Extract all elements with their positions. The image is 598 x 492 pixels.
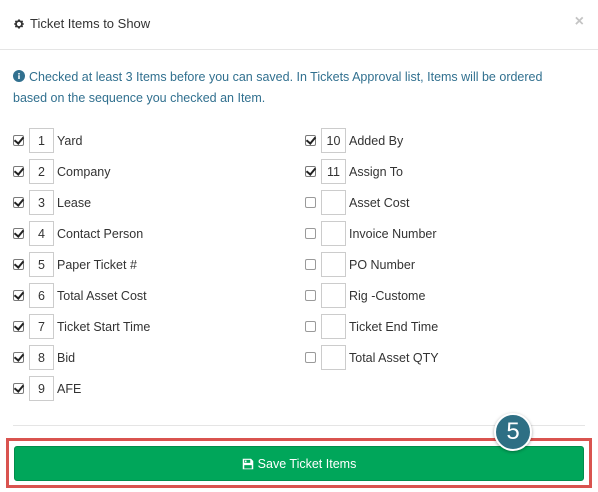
item-label: Contact Person <box>57 226 144 241</box>
item-label: Total Asset QTY <box>349 350 439 365</box>
item-row-assign-to: 11 Assign To <box>305 156 439 187</box>
item-checkbox[interactable] <box>305 135 316 146</box>
item-checkbox[interactable] <box>13 197 24 208</box>
item-label: Added By <box>349 133 404 148</box>
item-label: AFE <box>57 381 82 396</box>
item-row-paper-ticket: 5 Paper Ticket # <box>13 249 150 280</box>
item-checkbox[interactable] <box>305 321 316 332</box>
gear-icon <box>13 18 25 30</box>
item-checkbox[interactable] <box>305 228 316 239</box>
item-label: Lease <box>57 195 92 210</box>
item-row-invoice-number: Invoice Number <box>305 218 439 249</box>
item-checkbox[interactable] <box>13 352 24 363</box>
items-column-left: 1 Yard 2 Company 3 Lease 4 Contact Perso… <box>13 125 150 404</box>
item-checkbox[interactable] <box>13 383 24 394</box>
step-number-badge: 5 <box>494 413 532 451</box>
item-checkbox[interactable] <box>13 166 24 177</box>
info-message-text: Checked at least 3 Items before you can … <box>13 70 543 105</box>
item-row-total-asset-qty: Total Asset QTY <box>305 342 439 373</box>
item-label: Assign To <box>349 164 403 179</box>
item-checkbox[interactable] <box>305 290 316 301</box>
item-sequence <box>321 252 346 277</box>
item-checkbox[interactable] <box>305 259 316 270</box>
item-sequence: 7 <box>29 314 54 339</box>
item-row-yard: 1 Yard <box>13 125 150 156</box>
item-checkbox[interactable] <box>13 290 24 301</box>
item-sequence: 1 <box>29 128 54 153</box>
info-message: Checked at least 3 Items before you can … <box>13 67 573 109</box>
item-checkbox[interactable] <box>305 166 316 177</box>
item-label: Rig -Custome <box>349 288 426 303</box>
close-button[interactable]: × <box>575 14 584 30</box>
item-row-added-by: 10 Added By <box>305 125 439 156</box>
item-sequence <box>321 283 346 308</box>
item-checkbox[interactable] <box>305 197 316 208</box>
item-label: Total Asset Cost <box>57 288 147 303</box>
item-row-ticket-start-time: 7 Ticket Start Time <box>13 311 150 342</box>
save-ticket-items-button[interactable]: Save Ticket Items <box>14 446 584 481</box>
item-row-ticket-end-time: Ticket End Time <box>305 311 439 342</box>
info-circle-icon <box>13 68 25 82</box>
item-sequence: 3 <box>29 190 54 215</box>
item-label: Bid <box>57 350 76 365</box>
item-row-total-asset-cost: 6 Total Asset Cost <box>13 280 150 311</box>
item-label: Paper Ticket # <box>57 257 137 272</box>
item-sequence: 8 <box>29 345 54 370</box>
item-label: Company <box>57 164 111 179</box>
item-sequence <box>321 314 346 339</box>
item-label: PO Number <box>349 257 415 272</box>
item-checkbox[interactable] <box>13 259 24 270</box>
item-sequence: 10 <box>321 128 346 153</box>
item-sequence <box>321 221 346 246</box>
modal-header: Ticket Items to Show × <box>0 0 598 50</box>
item-sequence <box>321 190 346 215</box>
item-row-lease: 3 Lease <box>13 187 150 218</box>
item-row-rig-custome: Rig -Custome <box>305 280 439 311</box>
item-sequence: 11 <box>321 159 346 184</box>
item-checkbox[interactable] <box>13 135 24 146</box>
item-sequence: 9 <box>29 376 54 401</box>
items-column-right: 10 Added By 11 Assign To Asset Cost Invo… <box>305 125 439 373</box>
modal-title: Ticket Items to Show <box>13 16 150 31</box>
ticket-items-modal: Ticket Items to Show × Checked at least … <box>0 0 598 492</box>
modal-title-text: Ticket Items to Show <box>30 16 151 31</box>
item-label: Ticket Start Time <box>57 319 151 334</box>
item-label: Asset Cost <box>349 195 410 210</box>
item-sequence: 2 <box>29 159 54 184</box>
item-label: Invoice Number <box>349 226 437 241</box>
item-sequence: 4 <box>29 221 54 246</box>
item-label: Ticket End Time <box>349 319 439 334</box>
save-button-label: Save Ticket Items <box>257 456 357 471</box>
item-checkbox[interactable] <box>305 352 316 363</box>
item-row-po-number: PO Number <box>305 249 439 280</box>
item-sequence <box>321 345 346 370</box>
floppy-disk-icon <box>242 458 254 470</box>
item-row-company: 2 Company <box>13 156 150 187</box>
item-sequence: 6 <box>29 283 54 308</box>
item-checkbox[interactable] <box>13 228 24 239</box>
item-row-afe: 9 AFE <box>13 373 150 404</box>
item-row-contact-person: 4 Contact Person <box>13 218 150 249</box>
item-sequence: 5 <box>29 252 54 277</box>
item-row-asset-cost: Asset Cost <box>305 187 439 218</box>
item-label: Yard <box>57 133 83 148</box>
item-checkbox[interactable] <box>13 321 24 332</box>
item-row-bid: 8 Bid <box>13 342 150 373</box>
